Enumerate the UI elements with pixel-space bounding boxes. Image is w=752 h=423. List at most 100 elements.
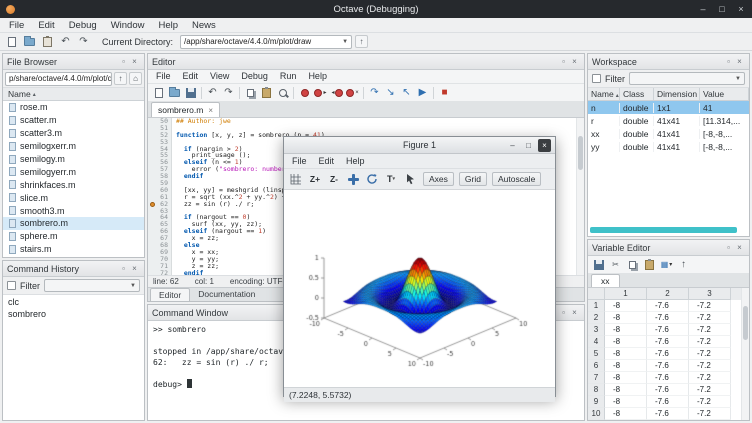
ve-save-button[interactable] <box>591 257 606 272</box>
history-filter-combobox[interactable]: ▼ <box>44 279 140 292</box>
figure-close-icon[interactable]: × <box>538 139 551 152</box>
variable-cell[interactable]: -7.6 <box>647 300 689 312</box>
ve-copy-button[interactable] <box>625 257 640 272</box>
close-panel-icon[interactable]: × <box>569 306 580 320</box>
variable-cell[interactable]: -7.2 <box>689 312 731 324</box>
paste-button[interactable] <box>40 34 55 49</box>
menu-item-debug[interactable]: Debug <box>62 18 104 33</box>
figure-menu-item-file[interactable]: File <box>286 154 313 168</box>
menu-item-news[interactable]: News <box>185 18 223 33</box>
history-item[interactable]: clc <box>3 296 144 308</box>
file-browser-item[interactable]: sombrero.m <box>3 217 144 230</box>
variable-cell[interactable]: -7.6 <box>647 348 689 360</box>
variable-cell[interactable]: -7.2 <box>689 384 731 396</box>
filter-checkbox[interactable] <box>7 281 16 290</box>
column-header[interactable]: Dimension <box>654 88 700 101</box>
scrollbar-handle[interactable] <box>578 136 583 170</box>
rotate-button[interactable] <box>364 171 380 187</box>
editor-menu-item-view[interactable]: View <box>204 70 235 83</box>
grid-button[interactable]: Grid <box>459 172 487 186</box>
file-browser-item[interactable]: semilogyerr.m <box>3 165 144 178</box>
workspace-scrollbar[interactable] <box>590 227 737 233</box>
figure-menu-item-help[interactable]: Help <box>340 154 371 168</box>
zoom-out-button[interactable]: Z- <box>326 171 342 187</box>
row-header[interactable]: 9 <box>588 396 605 408</box>
directory-up-button[interactable]: ↑ <box>355 35 368 48</box>
editor-menu-item-help[interactable]: Help <box>302 70 333 83</box>
figure-canvas[interactable] <box>284 190 555 382</box>
undock-icon[interactable]: ▫ <box>558 55 569 69</box>
undock-icon[interactable]: ▫ <box>558 306 569 320</box>
variable-cell[interactable]: -8 <box>605 300 647 312</box>
figure-menu-item-edit[interactable]: Edit <box>313 154 341 168</box>
undock-icon[interactable]: ▫ <box>723 55 734 69</box>
variable-cell[interactable]: -7.2 <box>689 336 731 348</box>
variable-cell[interactable]: -7.6 <box>647 372 689 384</box>
file-browser-item[interactable]: semilogy.m <box>3 153 144 166</box>
variable-cell[interactable]: -7.2 <box>689 408 731 420</box>
variable-grid[interactable]: 1231-8-7.6-7.22-8-7.6-7.23-8-7.6-7.24-8-… <box>588 288 749 420</box>
current-directory-combobox[interactable]: /app/share/octave/4.4.0/m/plot/draw ▼ <box>180 35 352 49</box>
row-header[interactable]: 10 <box>588 408 605 420</box>
variable-cell[interactable]: -7.6 <box>647 312 689 324</box>
editor-find-button[interactable] <box>275 85 290 100</box>
file-browser-item[interactable]: scatter.m <box>3 114 144 127</box>
file-browser-item[interactable]: shrinkfaces.m <box>3 178 144 191</box>
undock-icon[interactable]: ▫ <box>118 55 129 69</box>
variable-cell[interactable]: -7.6 <box>647 336 689 348</box>
undock-icon[interactable]: ▫ <box>118 262 129 276</box>
insert-text-button[interactable]: T▾ <box>383 171 399 187</box>
variable-cell[interactable]: -8 <box>605 396 647 408</box>
history-item[interactable]: sombrero <box>3 308 144 320</box>
autoscale-button[interactable]: Autoscale <box>492 172 541 186</box>
axes-button[interactable]: Axes <box>423 172 454 186</box>
figure-minimize-icon[interactable]: – <box>506 139 519 152</box>
tab-editor[interactable]: Editor <box>150 288 190 301</box>
ve-plot-button[interactable]: ▦▾ <box>659 257 674 272</box>
workspace-row[interactable]: xxdouble41x41[-8,-8,... <box>588 127 749 140</box>
tab-close-icon[interactable]: × <box>208 106 213 115</box>
variable-cell[interactable]: -7.6 <box>647 384 689 396</box>
file-browser-item[interactable]: smooth3.m <box>3 204 144 217</box>
scrollbar-handle[interactable] <box>743 306 748 340</box>
column-header[interactable]: 2 <box>647 288 689 300</box>
browse-directories-button[interactable]: ⌂ <box>129 72 142 85</box>
undo-button[interactable]: ↶ <box>58 34 73 49</box>
editor-save-button[interactable] <box>183 85 198 100</box>
column-header[interactable]: Name▴ <box>588 88 620 101</box>
file-browser-item[interactable]: sphere.m <box>3 230 144 243</box>
variable-cell[interactable]: -8 <box>605 384 647 396</box>
one-directory-up-button[interactable]: ↑ <box>114 72 127 85</box>
close-panel-icon[interactable]: × <box>129 262 140 276</box>
variable-cell[interactable]: -7.2 <box>689 372 731 384</box>
close-panel-icon[interactable]: × <box>569 55 580 69</box>
workspace-row[interactable]: yydouble41x41[-8,-8,... <box>588 140 749 153</box>
open-file-button[interactable] <box>22 34 37 49</box>
file-browser-item[interactable]: rose.m <box>3 101 144 114</box>
menu-item-edit[interactable]: Edit <box>31 18 61 33</box>
workspace-filter-combobox[interactable]: ▼ <box>629 72 745 85</box>
variable-cell[interactable]: -7.6 <box>647 360 689 372</box>
minimize-icon[interactable]: – <box>698 0 708 18</box>
close-panel-icon[interactable]: × <box>734 241 745 255</box>
workspace-row[interactable]: ndouble1x141 <box>588 101 749 114</box>
step-button[interactable]: ↷ <box>367 85 382 100</box>
ve-paste-button[interactable] <box>642 257 657 272</box>
step-out-button[interactable]: ↖ <box>399 85 414 100</box>
variable-cell[interactable]: -8 <box>605 324 647 336</box>
redo-button[interactable]: ↷ <box>76 34 91 49</box>
editor-new-button[interactable] <box>151 85 166 100</box>
file-browser-item[interactable]: scatter3.m <box>3 127 144 140</box>
undock-icon[interactable]: ▫ <box>723 241 734 255</box>
row-header[interactable]: 4 <box>588 336 605 348</box>
close-panel-icon[interactable]: × <box>129 55 140 69</box>
previous-breakpoint-button[interactable]: ◂ <box>329 85 344 100</box>
row-header[interactable]: 3 <box>588 324 605 336</box>
variable-cell[interactable]: -8 <box>605 372 647 384</box>
variable-cell[interactable]: -8 <box>605 336 647 348</box>
close-panel-icon[interactable]: × <box>734 55 745 69</box>
row-header[interactable]: 7 <box>588 372 605 384</box>
row-header[interactable]: 5 <box>588 348 605 360</box>
step-in-button[interactable]: ↘ <box>383 85 398 100</box>
variable-cell[interactable]: -8 <box>605 312 647 324</box>
